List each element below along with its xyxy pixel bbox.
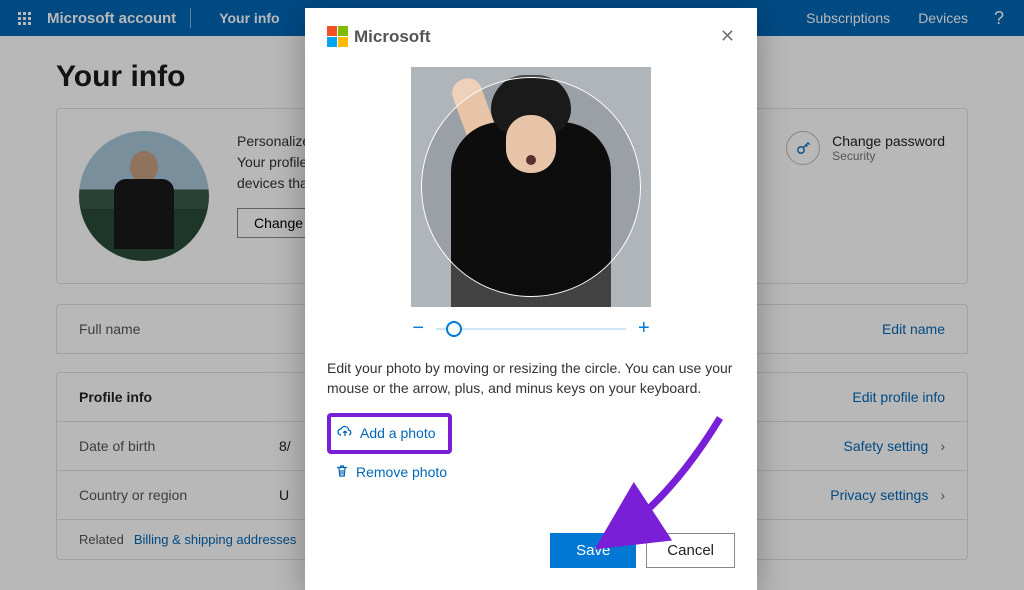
remove-photo-label: Remove photo (356, 464, 447, 480)
cloud-upload-icon (337, 425, 353, 442)
zoom-slider-row: − + (327, 317, 735, 340)
zoom-slider[interactable] (436, 328, 626, 330)
cancel-button[interactable]: Cancel (646, 533, 735, 568)
close-button[interactable]: ✕ (720, 26, 735, 47)
microsoft-logo-text: Microsoft (354, 27, 431, 47)
crop-circle-handle[interactable] (421, 77, 641, 297)
add-photo-highlight: Add a photo (327, 413, 452, 454)
zoom-in-button[interactable]: + (638, 317, 650, 340)
instruction-text: Edit your photo by moving or resizing th… (327, 358, 735, 399)
zoom-slider-thumb[interactable] (446, 321, 462, 337)
remove-photo-link[interactable]: Remove photo (331, 458, 735, 487)
microsoft-logo: Microsoft (327, 26, 431, 47)
add-photo-label: Add a photo (360, 425, 436, 441)
zoom-out-button[interactable]: − (412, 317, 424, 340)
add-photo-link[interactable]: Add a photo (333, 419, 440, 448)
photo-crop-area[interactable] (411, 67, 651, 307)
edit-photo-modal: Microsoft ✕ − + Edit your photo by movin… (305, 8, 757, 590)
save-button[interactable]: Save (550, 533, 636, 568)
trash-icon (335, 464, 349, 481)
